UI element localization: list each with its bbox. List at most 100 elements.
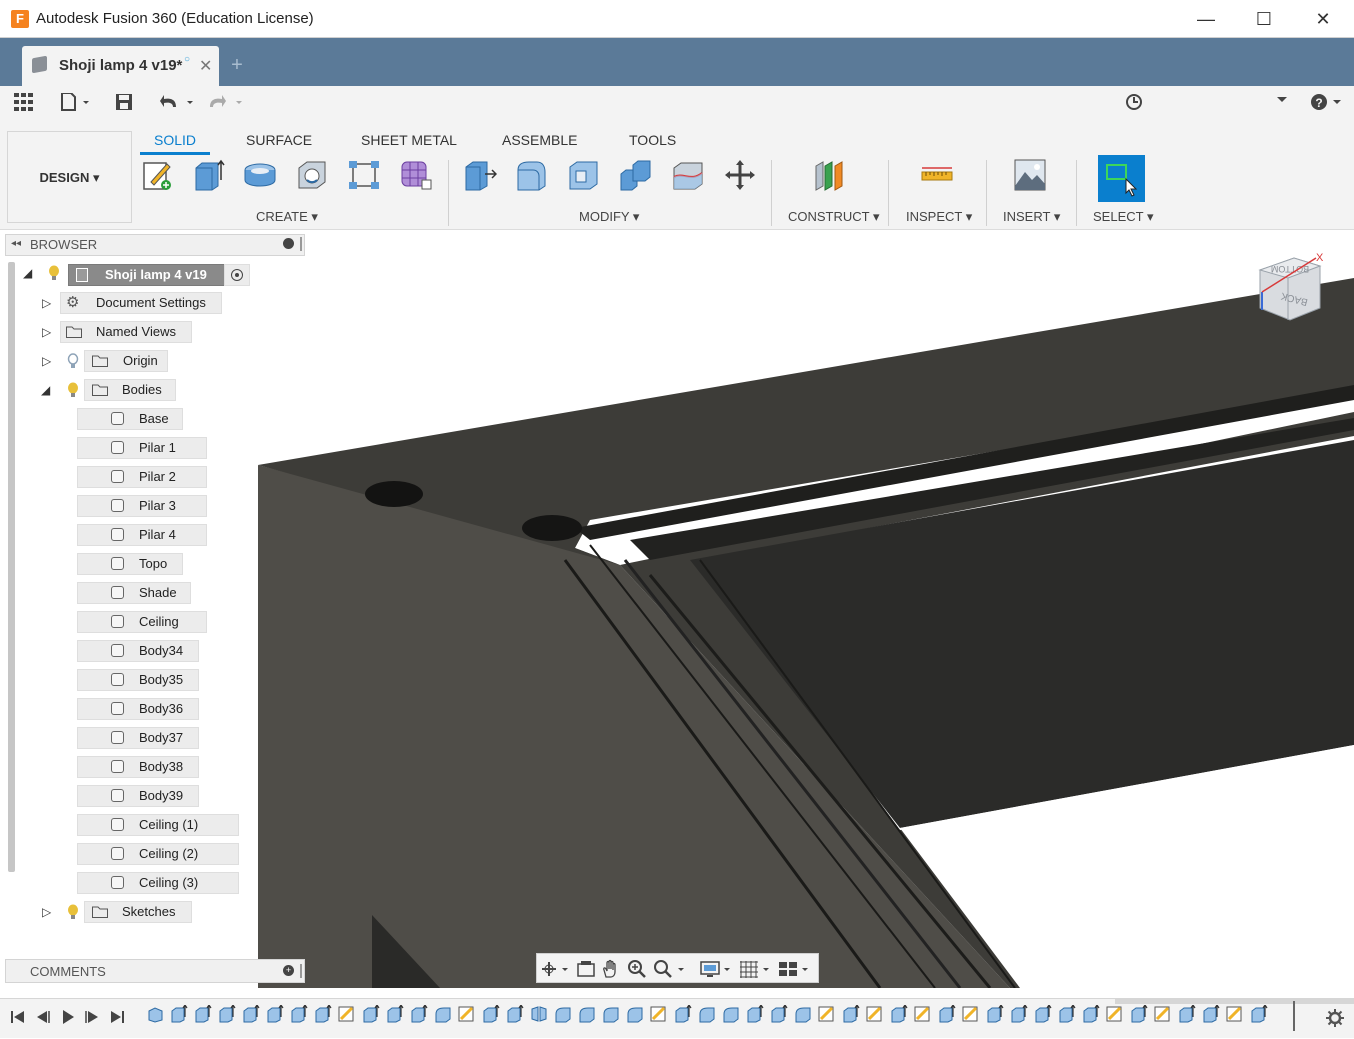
- shell-icon[interactable]: [567, 158, 601, 192]
- pattern-icon[interactable]: [347, 158, 381, 192]
- browser-item-body[interactable]: Pilar 2: [77, 466, 207, 488]
- browser-item-body[interactable]: Shade: [77, 582, 191, 604]
- timeline-extrude-icon[interactable]: [746, 1005, 764, 1023]
- grid-snaps-icon[interactable]: [739, 960, 773, 978]
- revolve-icon[interactable]: [243, 158, 277, 192]
- timeline-extrude-icon[interactable]: [1034, 1005, 1052, 1023]
- timeline-extrude-icon[interactable]: [290, 1005, 308, 1023]
- look-at-icon[interactable]: [577, 960, 595, 978]
- select-tool-button[interactable]: [1098, 155, 1145, 202]
- activate-component-button[interactable]: [224, 264, 250, 286]
- browser-item-body[interactable]: Ceiling (3): [77, 872, 239, 894]
- browser-item-body[interactable]: Body37: [77, 727, 199, 749]
- timeline-extrude-icon[interactable]: [242, 1005, 260, 1023]
- browser-item-body[interactable]: Body36: [77, 698, 199, 720]
- measure-icon[interactable]: [920, 158, 954, 192]
- add-comment-icon[interactable]: +: [283, 965, 294, 976]
- timeline-sketch-edit-icon[interactable]: [1226, 1005, 1244, 1023]
- timeline-fillet-icon[interactable]: [722, 1005, 740, 1023]
- timeline-marker[interactable]: [1293, 1001, 1295, 1031]
- timeline-sketch-edit-icon[interactable]: [818, 1005, 836, 1023]
- move-copy-icon[interactable]: [723, 158, 757, 192]
- timeline-extrude-icon[interactable]: [314, 1005, 332, 1023]
- timeline-extrude-icon[interactable]: [1178, 1005, 1196, 1023]
- construct-group-menu[interactable]: CONSTRUCT ▾: [788, 209, 880, 225]
- timeline-extrude-icon[interactable]: [938, 1005, 956, 1023]
- close-tab-button[interactable]: ✕: [199, 56, 212, 76]
- hole-icon[interactable]: [295, 158, 329, 192]
- timeline-sketch-icon[interactable]: [146, 1005, 164, 1023]
- timeline-sketch-edit-icon[interactable]: [338, 1005, 356, 1023]
- timeline-sketch-edit-icon[interactable]: [458, 1005, 476, 1023]
- timeline-extrude-icon[interactable]: [266, 1005, 284, 1023]
- named-views-expander-icon[interactable]: ▷: [42, 325, 51, 339]
- browser-item-body[interactable]: Ceiling (1): [77, 814, 239, 836]
- timeline-extrude-icon[interactable]: [482, 1005, 500, 1023]
- timeline-extrude-icon[interactable]: [674, 1005, 692, 1023]
- browser-item-body[interactable]: Pilar 3: [77, 495, 207, 517]
- browser-item-body[interactable]: Body35: [77, 669, 199, 691]
- root-expander-icon[interactable]: ◢: [23, 266, 32, 280]
- new-tab-button[interactable]: +: [227, 54, 247, 78]
- pan-hand-icon[interactable]: [601, 959, 621, 979]
- display-settings-icon[interactable]: [700, 960, 734, 978]
- timeline-fillet-icon[interactable]: [698, 1005, 716, 1023]
- timeline-fillet-icon[interactable]: [602, 1005, 620, 1023]
- extrude-icon[interactable]: [191, 158, 225, 192]
- timeline-extrude-icon[interactable]: [890, 1005, 908, 1023]
- browser-item-body[interactable]: Body38: [77, 756, 199, 778]
- minimize-button[interactable]: —: [1177, 0, 1235, 38]
- browser-item-body[interactable]: Body34: [77, 640, 199, 662]
- timeline-extrude-icon[interactable]: [986, 1005, 1004, 1023]
- browser-item-bodies[interactable]: Bodies: [84, 379, 176, 401]
- browser-scrollbar[interactable]: [8, 262, 15, 872]
- timeline-extrude-icon[interactable]: [842, 1005, 860, 1023]
- modify-group-menu[interactable]: MODIFY ▾: [579, 209, 639, 225]
- sketches-expander-icon[interactable]: ▷: [42, 905, 51, 919]
- split-body-icon[interactable]: [671, 158, 705, 192]
- timeline-fillet-icon[interactable]: [434, 1005, 452, 1023]
- browser-item-document-settings[interactable]: ⚙ Document Settings: [60, 292, 222, 314]
- maximize-button[interactable]: ☐: [1235, 0, 1293, 38]
- tab-tools[interactable]: TOOLS: [629, 132, 676, 148]
- timeline-fillet-icon[interactable]: [626, 1005, 644, 1023]
- browser-item-named-views[interactable]: Named Views: [60, 321, 192, 343]
- viewports-icon[interactable]: [778, 960, 812, 978]
- timeline-extrude-icon[interactable]: [506, 1005, 524, 1023]
- timeline-extrude-icon[interactable]: [362, 1005, 380, 1023]
- document-tab[interactable]: Shoji lamp 4 v19* ○ ✕: [22, 46, 219, 86]
- redo-icon[interactable]: [208, 93, 246, 111]
- timeline-extrude-icon[interactable]: [1058, 1005, 1076, 1023]
- tab-sheet-metal[interactable]: SHEET METAL: [361, 132, 457, 148]
- insert-group-menu[interactable]: INSERT ▾: [1003, 209, 1060, 225]
- zoom-icon[interactable]: [627, 959, 647, 979]
- browser-pin-icon[interactable]: [300, 237, 302, 251]
- workspace-switcher[interactable]: DESIGN ▾: [7, 131, 132, 223]
- insert-canvas-icon[interactable]: [1013, 158, 1047, 192]
- timeline-mirror-icon[interactable]: [530, 1005, 548, 1023]
- browser-item-body[interactable]: Ceiling: [77, 611, 207, 633]
- tab-assemble[interactable]: ASSEMBLE: [502, 132, 577, 148]
- timeline-extrude-icon[interactable]: [170, 1005, 188, 1023]
- browser-item-origin[interactable]: Origin: [84, 350, 168, 372]
- timeline-sketch-edit-icon[interactable]: [1106, 1005, 1124, 1023]
- help-icon[interactable]: ?: [1310, 93, 1344, 111]
- file-menu-icon[interactable]: [60, 93, 92, 111]
- timeline-extrude-icon[interactable]: [410, 1005, 428, 1023]
- timeline-fillet-icon[interactable]: [578, 1005, 596, 1023]
- browser-header[interactable]: ◂◂ BROWSER: [5, 234, 305, 256]
- timeline-extrude-icon[interactable]: [194, 1005, 212, 1023]
- browser-root-item[interactable]: Shoji lamp 4 v19: [68, 264, 226, 286]
- timeline-extrude-icon[interactable]: [1130, 1005, 1148, 1023]
- timeline-sketch-edit-icon[interactable]: [1154, 1005, 1172, 1023]
- create-group-menu[interactable]: CREATE ▾: [256, 209, 318, 225]
- comments-panel-header[interactable]: COMMENTS +: [5, 959, 305, 983]
- browser-item-sketches[interactable]: Sketches: [84, 901, 192, 923]
- document-settings-expander-icon[interactable]: ▷: [42, 296, 51, 310]
- browser-minimize-icon[interactable]: [283, 238, 294, 249]
- timeline-sketch-edit-icon[interactable]: [650, 1005, 668, 1023]
- inspect-group-menu[interactable]: INSPECT ▾: [906, 209, 972, 225]
- timeline-fillet-icon[interactable]: [554, 1005, 572, 1023]
- select-group-menu[interactable]: SELECT ▾: [1093, 209, 1153, 225]
- save-icon[interactable]: [115, 93, 133, 111]
